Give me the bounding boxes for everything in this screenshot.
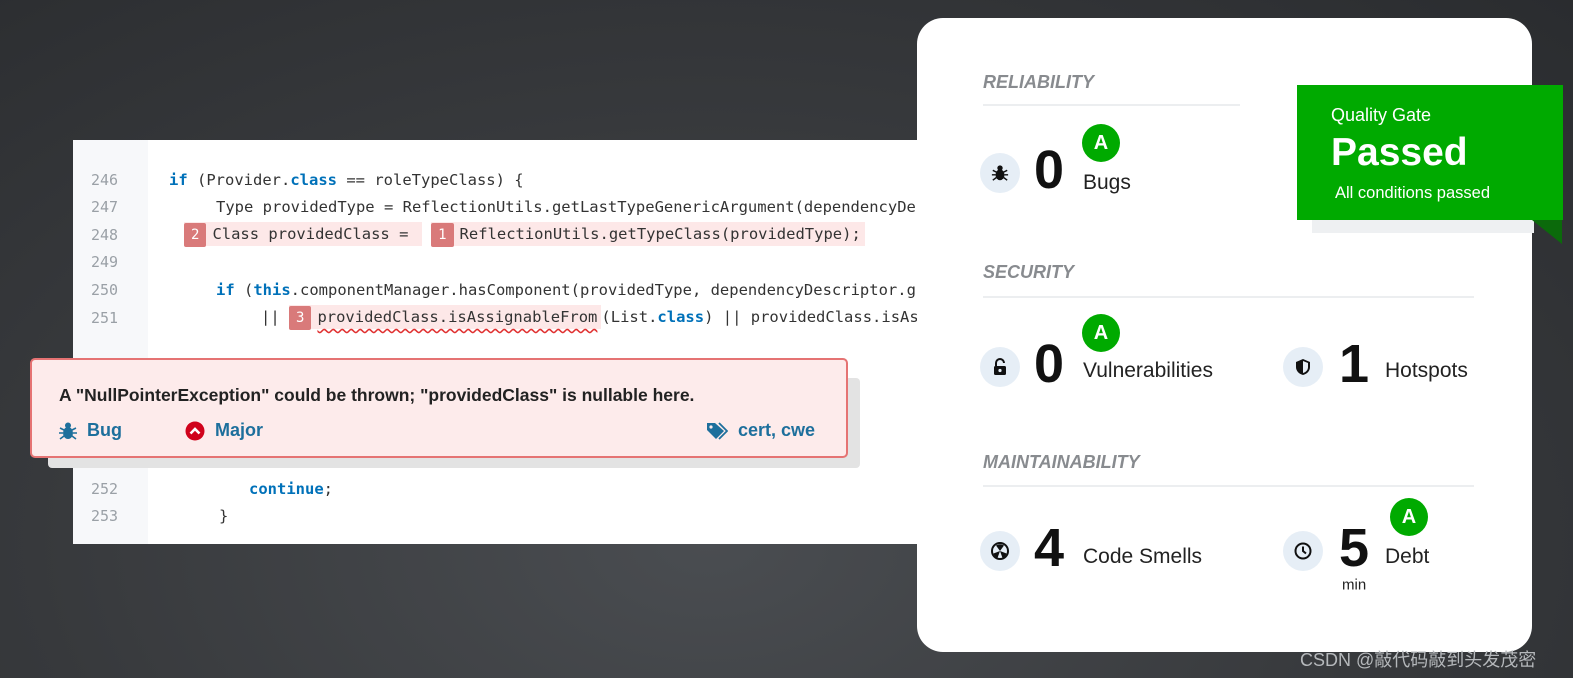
- bugs-count[interactable]: 0: [1034, 139, 1064, 201]
- issue-tags[interactable]: cert, cwe: [706, 420, 815, 441]
- reliability-rating: A: [1082, 124, 1120, 162]
- section-title-maintainability: MAINTAINABILITY: [983, 452, 1140, 472]
- line-number: 246: [91, 171, 119, 189]
- keyword: this: [253, 281, 291, 299]
- issue-severity[interactable]: Major: [185, 420, 263, 441]
- shield-icon: [1283, 347, 1323, 387]
- code-text: (List.: [601, 308, 658, 326]
- bugs-label: Bugs: [1083, 171, 1131, 194]
- debt-unit: min: [1342, 576, 1367, 594]
- code-line: if (Provider.class == roleTypeClass) {: [169, 171, 524, 189]
- location-number: 2: [184, 223, 207, 247]
- bug-icon: [59, 422, 77, 440]
- watermark: CSDN @敲代码敲到头发茂密: [1300, 650, 1537, 670]
- code-line: }: [219, 507, 229, 525]
- line-number: 248: [91, 226, 119, 244]
- location-number: 3: [289, 306, 312, 330]
- issue-location-2[interactable]: 2 Class providedClass =: [184, 222, 422, 247]
- code-text: ;: [323, 480, 333, 498]
- code-text: ) || providedClass.isAs: [704, 308, 919, 326]
- section-title-reliability: RELIABILITY: [983, 72, 1094, 92]
- issue-severity-label: Major: [215, 420, 264, 440]
- debt-value[interactable]: 5: [1339, 517, 1369, 579]
- divider: [983, 485, 1474, 487]
- maintainability-rating: A: [1390, 498, 1428, 536]
- code-smells-label: Code Smells: [1083, 545, 1203, 568]
- section-title-security: SECURITY: [983, 262, 1075, 282]
- divider: [983, 104, 1240, 106]
- code-line: if (this.componentManager.hasComponent(p…: [216, 281, 916, 299]
- hotspots-count[interactable]: 1: [1339, 333, 1369, 395]
- code-text: (: [234, 281, 254, 299]
- code-text: (Provider.: [187, 171, 291, 189]
- quality-gate-status[interactable]: Quality Gate Passed All conditions passe…: [1297, 85, 1563, 220]
- location-number: 1: [431, 223, 454, 247]
- code-text: Class providedClass =: [212, 225, 418, 243]
- debt-label: Debt: [1385, 545, 1430, 568]
- line-gutter: 246 247 248 249 250 251 252 253: [73, 140, 148, 544]
- code-smell-icon: [980, 531, 1020, 571]
- code-line: Type providedType = ReflectionUtils.getL…: [216, 198, 916, 216]
- code-line: continue;: [249, 480, 333, 498]
- line-number: 247: [91, 198, 119, 216]
- code-line: 2 Class providedClass = 1 ReflectionUtils.…: [184, 222, 865, 247]
- vulnerabilities-label: Vulnerabilities: [1083, 359, 1213, 382]
- quality-gate-status-text: Passed: [1331, 131, 1468, 174]
- line-number: 249: [91, 253, 119, 271]
- security-rating: A: [1082, 314, 1120, 352]
- lock-icon: [980, 347, 1020, 387]
- line-number: 251: [91, 309, 119, 327]
- bug-icon: [980, 153, 1020, 193]
- code-text: ||: [261, 308, 289, 326]
- quality-gate-detail: All conditions passed: [1335, 184, 1491, 202]
- keyword: class: [290, 171, 337, 189]
- issue-type[interactable]: Bug: [59, 420, 122, 441]
- keyword: if: [216, 281, 235, 299]
- hotspots-label: Hotspots: [1385, 359, 1468, 382]
- issue-type-label: Bug: [87, 420, 122, 440]
- code-smells-count[interactable]: 4: [1034, 517, 1064, 579]
- line-number: 252: [91, 480, 119, 498]
- issue-location-1[interactable]: 1 ReflectionUtils.getTypeClass(providedTy…: [431, 222, 865, 247]
- code-viewer: 246 247 248 249 250 251 252 253 if (Prov…: [73, 140, 933, 544]
- issue-location-3[interactable]: 3 providedClass.isAssignableFrom: [289, 305, 602, 330]
- code-text: providedClass.isAssignableFrom: [317, 308, 598, 326]
- line-number: 250: [91, 281, 119, 299]
- divider: [983, 296, 1474, 298]
- ribbon-fold: [1532, 220, 1562, 244]
- issue-message: A "NullPointerException" could be thrown…: [59, 385, 695, 405]
- code-text: == roleTypeClass) {: [337, 171, 524, 189]
- quality-gate-title: Quality Gate: [1331, 105, 1432, 125]
- keyword: continue: [249, 480, 324, 498]
- issue-popup[interactable]: A "NullPointerException" could be thrown…: [30, 358, 848, 458]
- clock-icon: [1283, 531, 1323, 571]
- issue-tags-label: cert, cwe: [738, 420, 816, 440]
- code-text: ReflectionUtils.getTypeClass(providedTyp…: [459, 225, 861, 243]
- code-text: .componentManager.hasComponent(providedT…: [290, 281, 916, 299]
- keyword: if: [169, 171, 188, 189]
- line-number: 253: [91, 507, 119, 525]
- keyword: class: [657, 308, 705, 326]
- tag-icon: [707, 421, 728, 440]
- code-line: || 3 providedClass.isAssignableFrom (List.…: [261, 305, 919, 330]
- vulnerabilities-count[interactable]: 0: [1034, 333, 1064, 395]
- major-severity-icon: [185, 421, 205, 440]
